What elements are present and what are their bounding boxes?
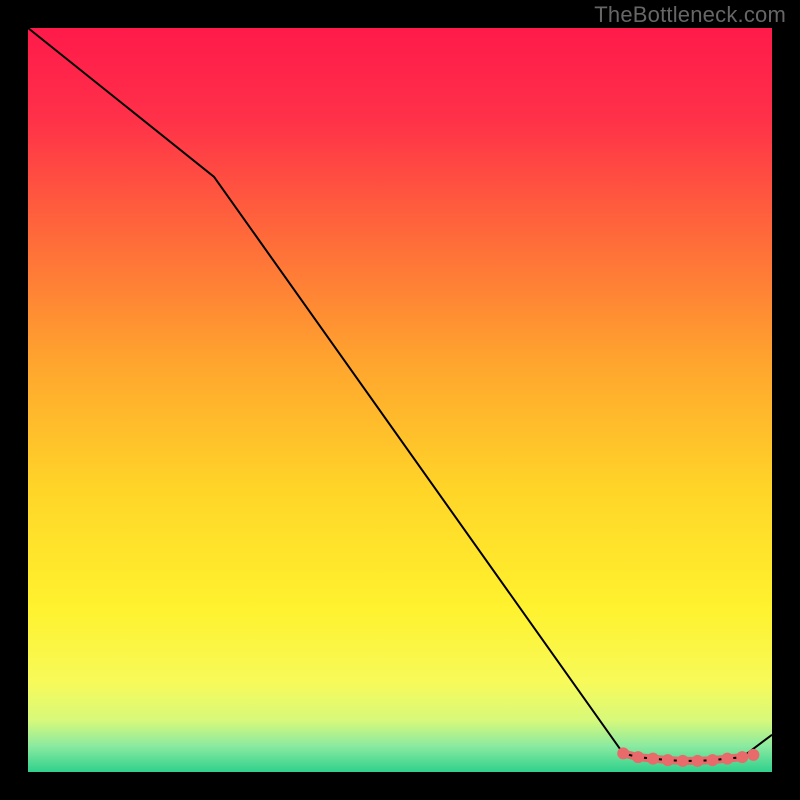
- gradient-background: [28, 28, 772, 772]
- chart-svg: [28, 28, 772, 772]
- watermark-text: TheBottleneck.com: [594, 2, 786, 28]
- marker-dot: [662, 754, 674, 766]
- marker-dot: [647, 753, 659, 765]
- marker-dot: [747, 749, 759, 761]
- marker-dot: [617, 747, 629, 759]
- chart-container: TheBottleneck.com: [0, 0, 800, 800]
- marker-dot: [692, 755, 704, 767]
- marker-dot: [632, 751, 644, 763]
- marker-dot: [721, 753, 733, 765]
- marker-dot: [677, 755, 689, 767]
- marker-dot: [706, 754, 718, 766]
- marker-dot: [736, 751, 748, 763]
- plot-area: [28, 28, 772, 772]
